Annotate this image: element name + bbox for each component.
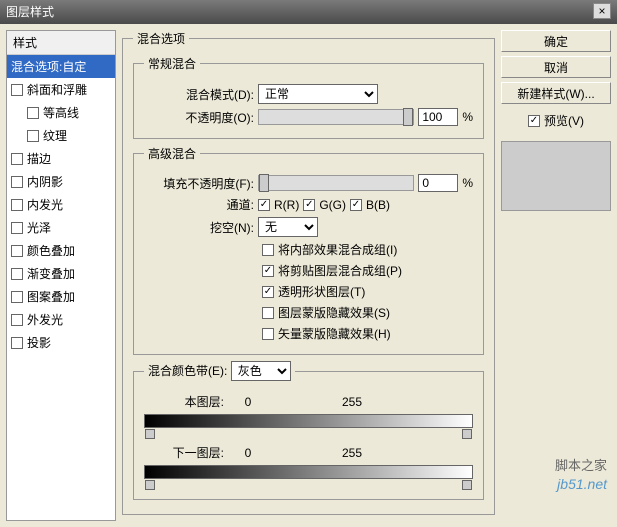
style-item[interactable]: 颜色叠加 [7, 239, 115, 262]
styles-header: 样式 [7, 31, 115, 55]
knockout-select[interactable]: 无 [258, 217, 318, 237]
cancel-button[interactable]: 取消 [501, 56, 611, 78]
watermark-url: jb51.net [557, 476, 607, 492]
fill-opacity-label: 填充不透明度(F): [144, 175, 254, 192]
style-checkbox[interactable] [11, 199, 23, 211]
style-checkbox[interactable] [11, 268, 23, 280]
style-checkbox[interactable] [11, 222, 23, 234]
styles-panel: 样式 混合选项:自定 斜面和浮雕等高线纹理描边内阴影内发光光泽颜色叠加渐变叠加图… [6, 30, 116, 521]
new-style-button[interactable]: 新建样式(W)... [501, 82, 611, 104]
channels-label: 通道: [144, 196, 254, 213]
knockout-label: 挖空(N): [144, 219, 254, 236]
blending-options-item[interactable]: 混合选项:自定 [7, 55, 115, 78]
preview-swatch [501, 141, 611, 211]
ok-button[interactable]: 确定 [501, 30, 611, 52]
blend-if-group: 混合颜色带(E): 灰色 本图层: 0 255 下一图层: 0 255 [133, 361, 484, 500]
style-checkbox[interactable] [11, 337, 23, 349]
preview-checkbox[interactable] [528, 115, 540, 127]
style-item[interactable]: 内阴影 [7, 170, 115, 193]
preview-label: 预览(V) [544, 112, 584, 129]
window-title: 图层样式 [6, 0, 54, 24]
style-checkbox[interactable] [27, 130, 39, 142]
channel-b-checkbox[interactable] [350, 199, 362, 211]
style-checkbox[interactable] [11, 291, 23, 303]
style-item[interactable]: 外发光 [7, 308, 115, 331]
channel-r-checkbox[interactable] [258, 199, 270, 211]
style-checkbox[interactable] [11, 314, 23, 326]
blend-mode-label: 混合模式(D): [144, 86, 254, 103]
opacity-slider[interactable] [258, 109, 414, 125]
fill-opacity-input[interactable] [418, 174, 458, 192]
underlying-layer-label: 下一图层: [144, 444, 224, 461]
style-item[interactable]: 光泽 [7, 216, 115, 239]
style-item[interactable]: 斜面和浮雕 [7, 78, 115, 101]
close-button[interactable]: × [593, 3, 611, 19]
style-checkbox[interactable] [27, 107, 39, 119]
general-blending-group: 常规混合 混合模式(D): 正常 不透明度(O): % [133, 55, 484, 139]
advanced-option-checkbox[interactable] [262, 307, 274, 319]
this-layer-label: 本图层: [144, 393, 224, 410]
advanced-option-checkbox[interactable] [262, 265, 274, 277]
blend-options-group: 混合选项 常规混合 混合模式(D): 正常 不透明度(O): % 高级混合 填充… [122, 30, 495, 515]
style-item[interactable]: 内发光 [7, 193, 115, 216]
opacity-label: 不透明度(O): [144, 109, 254, 126]
fill-opacity-slider[interactable] [258, 175, 414, 191]
advanced-blending-group: 高级混合 填充不透明度(F): % 通道: R(R) G(G) B(B) 挖空(… [133, 145, 484, 355]
advanced-option-checkbox[interactable] [262, 286, 274, 298]
advanced-option-checkbox[interactable] [262, 244, 274, 256]
style-checkbox[interactable] [11, 153, 23, 165]
style-checkbox[interactable] [11, 84, 23, 96]
blend-options-title: 混合选项 [133, 30, 189, 47]
channel-g-checkbox[interactable] [303, 199, 315, 211]
advanced-option-checkbox[interactable] [262, 328, 274, 340]
style-checkbox[interactable] [11, 245, 23, 257]
blend-mode-select[interactable]: 正常 [258, 84, 378, 104]
style-item[interactable]: 纹理 [7, 124, 115, 147]
opacity-input[interactable] [418, 108, 458, 126]
blend-if-select[interactable]: 灰色 [231, 361, 291, 381]
style-item[interactable]: 描边 [7, 147, 115, 170]
style-item[interactable]: 渐变叠加 [7, 262, 115, 285]
style-item[interactable]: 等高线 [7, 101, 115, 124]
style-item[interactable]: 投影 [7, 331, 115, 354]
underlying-layer-gradient[interactable] [144, 465, 473, 479]
style-item[interactable]: 图案叠加 [7, 285, 115, 308]
watermark-text: 脚本之家 [555, 455, 607, 474]
style-checkbox[interactable] [11, 176, 23, 188]
this-layer-gradient[interactable] [144, 414, 473, 428]
